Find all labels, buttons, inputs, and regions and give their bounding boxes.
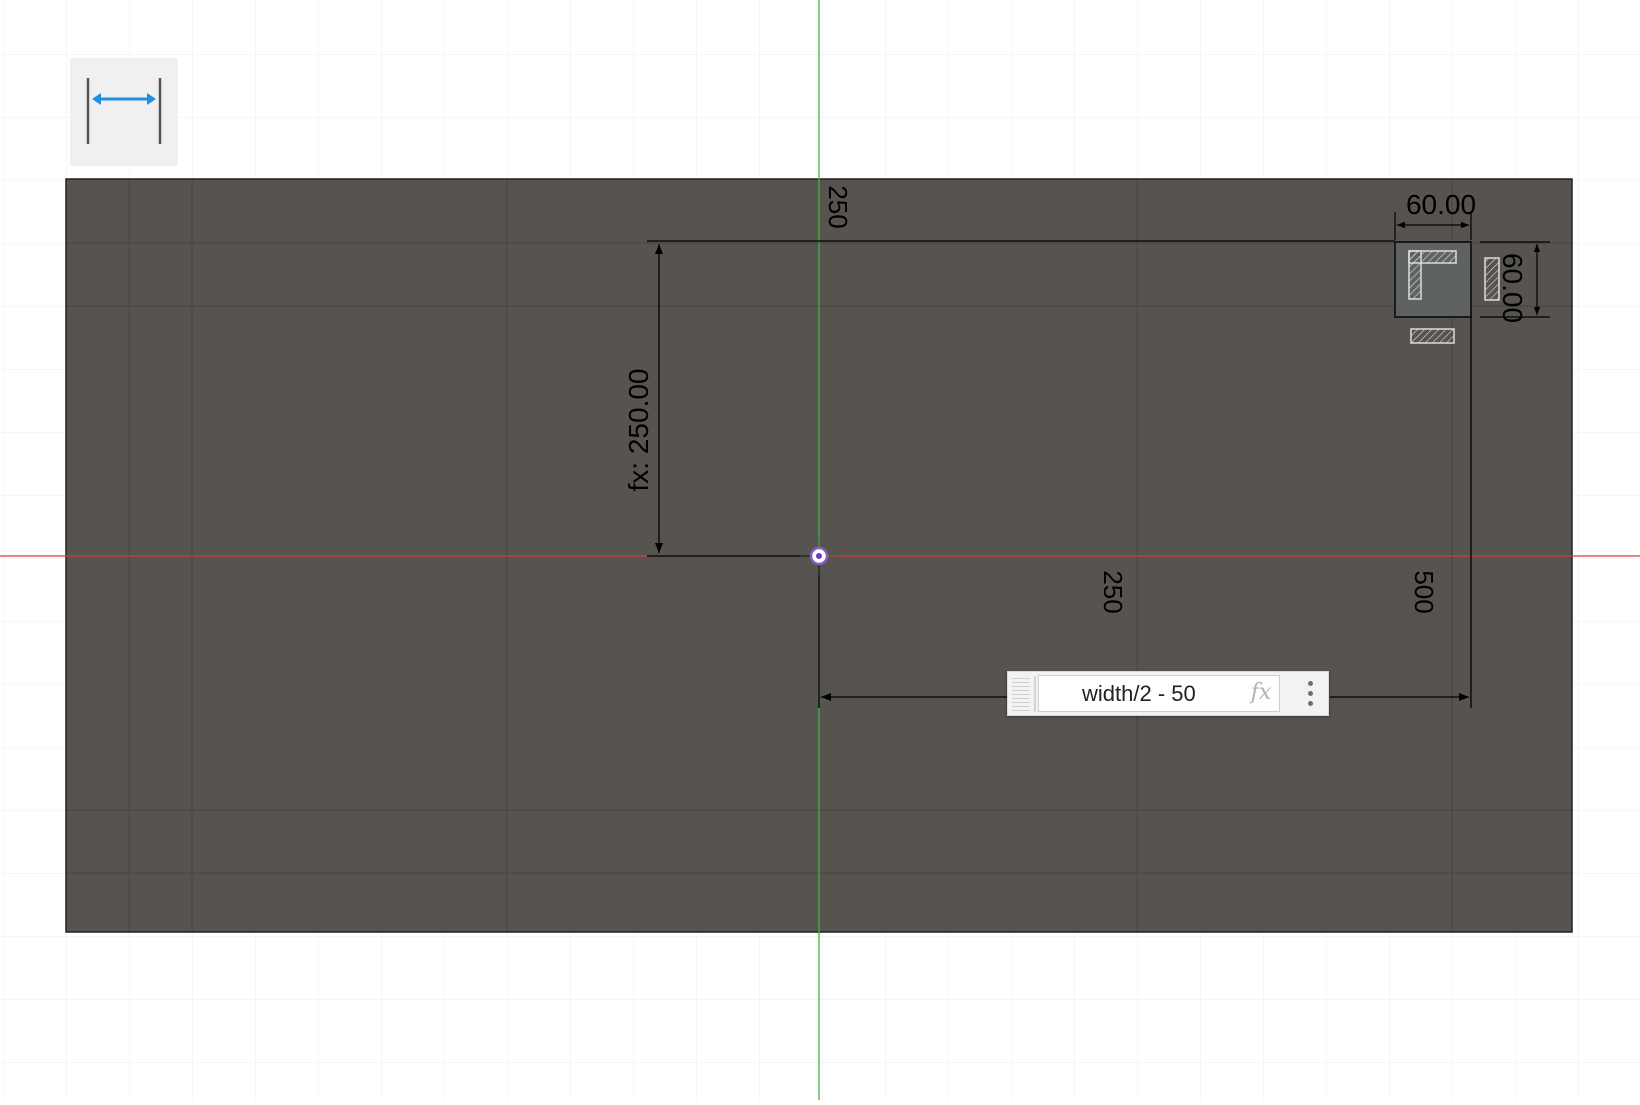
drag-grip-icon[interactable] — [1012, 678, 1030, 711]
center-to-slot-label[interactable]: 250 — [1098, 570, 1128, 613]
total-width-label[interactable]: 500 — [1409, 570, 1439, 613]
dimension-expression-box[interactable]: fx — [1007, 671, 1329, 716]
horizontal-constraint-icon[interactable] — [1410, 328, 1455, 344]
sketch-canvas[interactable]: fx: 250.00 250 250 500 60.00 60.00 — [0, 0, 1640, 1100]
horizontal-dimension-icon — [86, 78, 162, 144]
sketch-svg[interactable]: fx: 250.00 250 250 500 60.00 60.00 — [0, 0, 1640, 1100]
origin-point[interactable] — [800, 537, 838, 575]
top-dimension-label[interactable]: 250 — [823, 185, 853, 228]
grip-divider — [1034, 676, 1036, 712]
fx-icon[interactable]: fx — [1246, 678, 1276, 708]
slot-width-label[interactable]: 60.00 — [1406, 189, 1476, 220]
height-dimension-label[interactable]: fx: 250.00 — [623, 369, 654, 492]
sketch-dimension-tool-button[interactable] — [70, 58, 178, 166]
expression-input[interactable] — [1038, 675, 1280, 712]
vertical-constraint-icon[interactable] — [1484, 257, 1500, 301]
slot-height-label[interactable]: 60.00 — [1497, 253, 1528, 323]
vertical-ellipsis-icon[interactable] — [1295, 678, 1325, 711]
